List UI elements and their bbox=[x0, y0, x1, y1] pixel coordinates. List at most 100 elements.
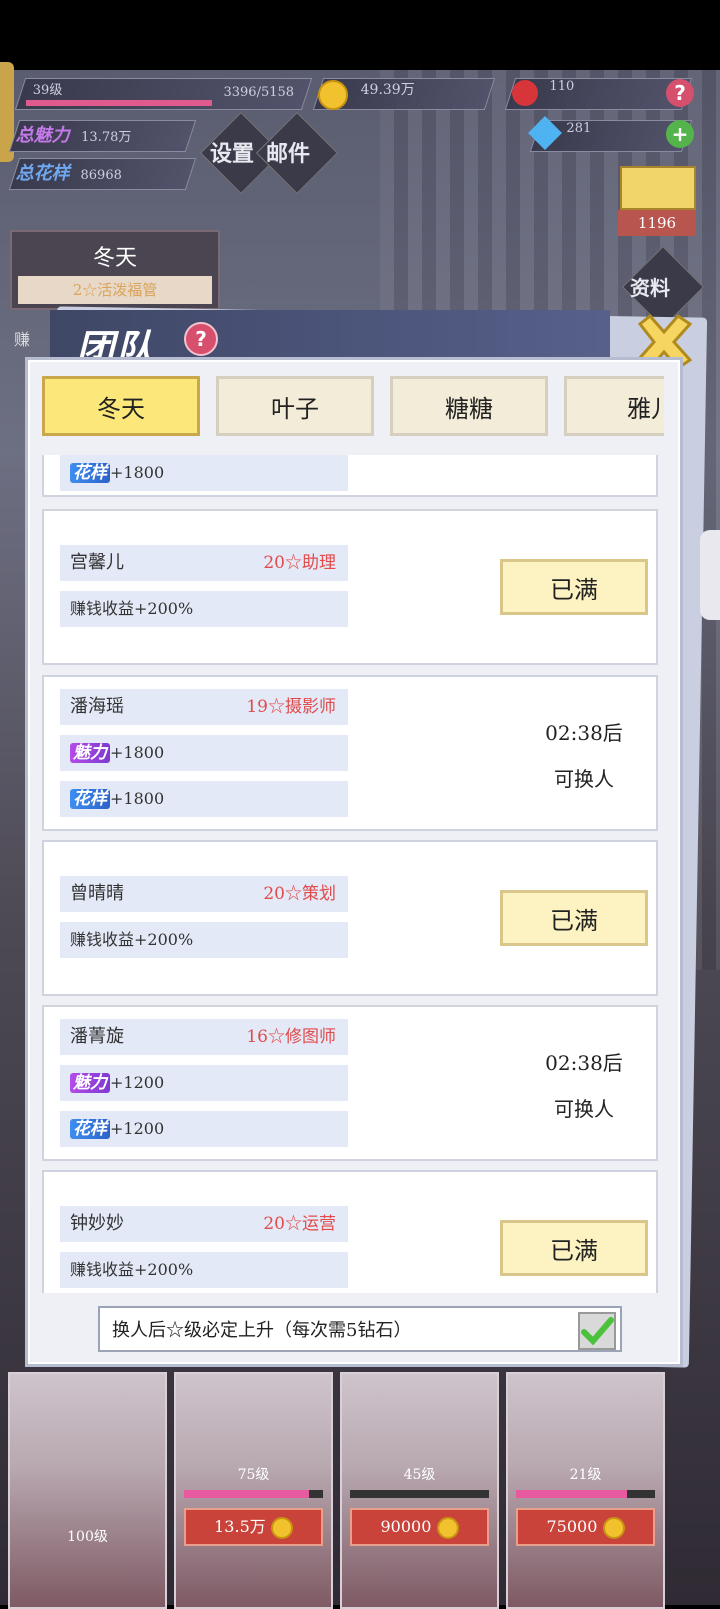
tab-girl[interactable]: 雅儿 bbox=[564, 376, 664, 436]
member-name-row: 曾晴晴 20☆策划 bbox=[60, 876, 348, 912]
style-badge: 花样 bbox=[70, 463, 110, 483]
member-name: 潘海瑶 bbox=[70, 696, 124, 717]
stat-value: +1200 bbox=[110, 1073, 165, 1092]
swap-timer: 02:38后 bbox=[545, 721, 623, 745]
help-icon[interactable]: ? bbox=[184, 322, 218, 356]
stat-row: 花样 +1800 bbox=[60, 781, 348, 817]
stat-value: +1200 bbox=[110, 1119, 165, 1138]
girl-level-progress bbox=[184, 1490, 323, 1498]
settings-label: 设置 bbox=[210, 142, 255, 167]
stat-row: 赚钱收益+200% bbox=[60, 922, 348, 958]
upgrade-price: 90000 bbox=[380, 1517, 432, 1536]
member-title: 16☆修图师 bbox=[246, 1027, 336, 1047]
member-name: 潘菁旋 bbox=[70, 1026, 124, 1047]
stat-text: 赚钱收益+200% bbox=[70, 599, 194, 618]
total-charm-value: 13.78万 bbox=[81, 130, 132, 145]
exp-label: 3396/5158 bbox=[223, 85, 295, 100]
side-character-tab[interactable] bbox=[700, 530, 720, 620]
stat-row: 魅力 +1800 bbox=[60, 735, 348, 771]
girl-level: 100级 bbox=[67, 1529, 108, 1545]
stat-row: 赚钱收益+200% bbox=[60, 1252, 348, 1288]
stat-row: 魅力 +1200 bbox=[60, 1065, 348, 1101]
upgrade-price-button[interactable]: 13.5万 bbox=[184, 1508, 323, 1546]
diamond-value: 281 bbox=[566, 121, 592, 136]
member-name: 钟妙妙 bbox=[70, 1213, 124, 1234]
auto-upgrade-checkbox[interactable] bbox=[578, 1312, 616, 1350]
girl-card[interactable]: 75级 13.5万 bbox=[174, 1372, 333, 1609]
auto-upgrade-text: 换人后☆级必定上升（每次需5钻石） bbox=[112, 1320, 412, 1341]
stat-value: +1800 bbox=[110, 463, 165, 482]
member-title: 20☆策划 bbox=[263, 884, 336, 904]
total-style-bar: 总花样 86968 bbox=[8, 158, 197, 190]
rank-value: 1196 bbox=[618, 210, 696, 236]
current-girl-plate: 冬天 2☆活泼福管 bbox=[10, 230, 220, 310]
member-name: 宫馨儿 bbox=[70, 552, 124, 573]
help-circle-icon[interactable]: ? bbox=[666, 79, 694, 107]
coin-value: 49.39万 bbox=[360, 82, 415, 98]
team-member-card: 潘菁旋 16☆修图师 魅力 +1200 花样 +1200 02:38后 可换人 bbox=[42, 1005, 658, 1161]
full-button[interactable]: 已满 bbox=[500, 890, 648, 946]
member-name-row: 潘菁旋 16☆修图师 bbox=[60, 1019, 348, 1055]
swap-timer: 02:38后 bbox=[545, 1051, 623, 1075]
current-girl-name: 冬天 bbox=[92, 246, 137, 271]
member-title: 20☆助理 bbox=[263, 553, 336, 573]
rank-podium-icon[interactable] bbox=[620, 166, 696, 210]
team-member-card: 潘海瑶 19☆摄影师 魅力 +1800 花样 +1800 02:38后 可换人 bbox=[42, 675, 658, 831]
stat-row: 花样 +1800 bbox=[60, 455, 348, 491]
checkmark-icon bbox=[581, 1317, 614, 1346]
swap-timer-label: 可换人 bbox=[554, 767, 614, 791]
total-style-label: 总花样 bbox=[15, 163, 70, 184]
total-charm-label: 总魅力 bbox=[15, 125, 70, 146]
info-label: 资料 bbox=[630, 276, 670, 300]
current-girl-title: 2☆活泼福管 bbox=[18, 276, 212, 304]
member-name-row: 钟妙妙 20☆运营 bbox=[60, 1206, 348, 1242]
stat-row: 赚钱收益+200% bbox=[60, 591, 348, 627]
coin-icon bbox=[270, 1516, 293, 1539]
level-label: 39级 bbox=[32, 83, 63, 98]
girl-card[interactable]: 45级 90000 bbox=[340, 1372, 499, 1609]
add-diamond-icon[interactable]: + bbox=[666, 120, 694, 148]
full-button[interactable]: 已满 bbox=[500, 559, 648, 615]
level-progress-fill bbox=[26, 100, 212, 106]
style-badge: 花样 bbox=[70, 789, 110, 809]
total-charm-bar: 总魅力 13.78万 bbox=[8, 120, 197, 152]
upgrade-price-button[interactable]: 90000 bbox=[350, 1508, 489, 1546]
member-title: 20☆运营 bbox=[263, 1214, 336, 1234]
side-earn-text: 赚 bbox=[14, 330, 31, 349]
swap-timer-label: 可换人 bbox=[554, 1097, 614, 1121]
member-name: 曾晴晴 bbox=[70, 883, 124, 904]
stat-text: 赚钱收益+200% bbox=[70, 1260, 194, 1279]
auto-upgrade-option[interactable]: 换人后☆级必定上升（每次需5钻石） bbox=[98, 1306, 622, 1352]
member-title: 19☆摄影师 bbox=[246, 697, 336, 717]
stat-text: 赚钱收益+200% bbox=[70, 930, 194, 949]
rose-value: 110 bbox=[549, 79, 575, 94]
tab-girl[interactable]: 糖糖 bbox=[390, 376, 548, 436]
mail-label: 邮件 bbox=[266, 142, 311, 167]
girl-card[interactable]: 21级 75000 bbox=[506, 1372, 665, 1609]
girl-level: 21级 bbox=[569, 1467, 602, 1483]
stat-row: 花样 +1200 bbox=[60, 1111, 348, 1147]
team-list[interactable]: 花样 +1800 宫馨儿 20☆助理 赚钱收益+200% 已满 潘海瑶 19☆摄影… bbox=[40, 455, 664, 1293]
team-member-card: 宫馨儿 20☆助理 赚钱收益+200% 已满 bbox=[42, 509, 658, 665]
tab-girl[interactable]: 叶子 bbox=[216, 376, 374, 436]
member-name-row: 潘海瑶 19☆摄影师 bbox=[60, 689, 348, 725]
tab-girl[interactable]: 冬天 bbox=[42, 376, 200, 436]
tab-clip: 雅儿 bbox=[564, 376, 664, 436]
girl-card[interactable]: 100级 bbox=[8, 1372, 167, 1609]
charm-badge: 魅力 bbox=[70, 743, 110, 763]
team-member-card: 曾晴晴 20☆策划 赚钱收益+200% 已满 bbox=[42, 840, 658, 996]
member-name-row: 宫馨儿 20☆助理 bbox=[60, 545, 348, 581]
coin-icon bbox=[436, 1516, 459, 1539]
charm-badge: 魅力 bbox=[70, 1073, 110, 1093]
girl-level: 45级 bbox=[403, 1467, 436, 1483]
upgrade-price: 13.5万 bbox=[214, 1517, 266, 1536]
coin-icon bbox=[602, 1516, 625, 1539]
upgrade-price: 75000 bbox=[546, 1517, 598, 1536]
upgrade-price-button[interactable]: 75000 bbox=[516, 1508, 655, 1546]
girl-level-progress bbox=[516, 1490, 655, 1498]
full-button[interactable]: 已满 bbox=[500, 1220, 648, 1276]
coin-icon bbox=[318, 80, 348, 110]
girl-level-progress bbox=[350, 1490, 489, 1498]
stat-value: +1800 bbox=[110, 789, 165, 808]
total-style-value: 86968 bbox=[80, 168, 123, 183]
